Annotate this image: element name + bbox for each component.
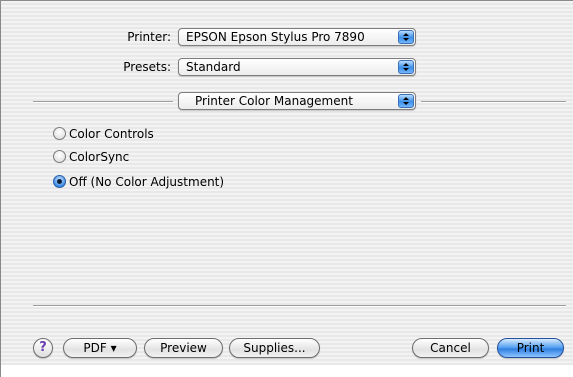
radio-button[interactable]: [53, 127, 66, 140]
help-button[interactable]: ?: [33, 338, 53, 358]
printer-popup[interactable]: EPSON Epson Stylus Pro 7890: [178, 28, 416, 46]
panel-menu-value: Printer Color Management: [195, 94, 353, 108]
printer-label: Printer:: [127, 30, 171, 44]
supplies-button[interactable]: Supplies...: [229, 338, 320, 358]
question-mark-icon: ?: [39, 340, 47, 355]
presets-label: Presets:: [123, 60, 171, 74]
cancel-button[interactable]: Cancel: [412, 338, 489, 358]
popup-arrows-icon: [398, 94, 414, 108]
radio-label: Color Controls: [69, 127, 154, 141]
radio-label: ColorSync: [69, 150, 130, 164]
panel-menu-popup[interactable]: Printer Color Management: [178, 92, 416, 110]
pdf-button[interactable]: PDF ▾: [63, 338, 137, 358]
preview-button[interactable]: Preview: [144, 338, 223, 358]
print-button[interactable]: Print: [497, 338, 564, 358]
presets-popup[interactable]: Standard: [178, 58, 416, 76]
radio-button[interactable]: [53, 150, 66, 163]
separator-left: [33, 101, 173, 103]
printer-value: EPSON Epson Stylus Pro 7890: [186, 30, 365, 44]
popup-arrows-icon: [398, 60, 414, 74]
footer-separator: [33, 305, 566, 307]
print-dialog: Printer: EPSON Epson Stylus Pro 7890 Pre…: [0, 0, 573, 377]
presets-value: Standard: [186, 60, 241, 74]
window-bottom-edge: [1, 365, 573, 377]
popup-arrows-icon: [398, 30, 414, 44]
radio-button-selected[interactable]: [53, 175, 66, 188]
radio-label: Off (No Color Adjustment): [69, 175, 225, 189]
separator-right: [421, 101, 566, 103]
